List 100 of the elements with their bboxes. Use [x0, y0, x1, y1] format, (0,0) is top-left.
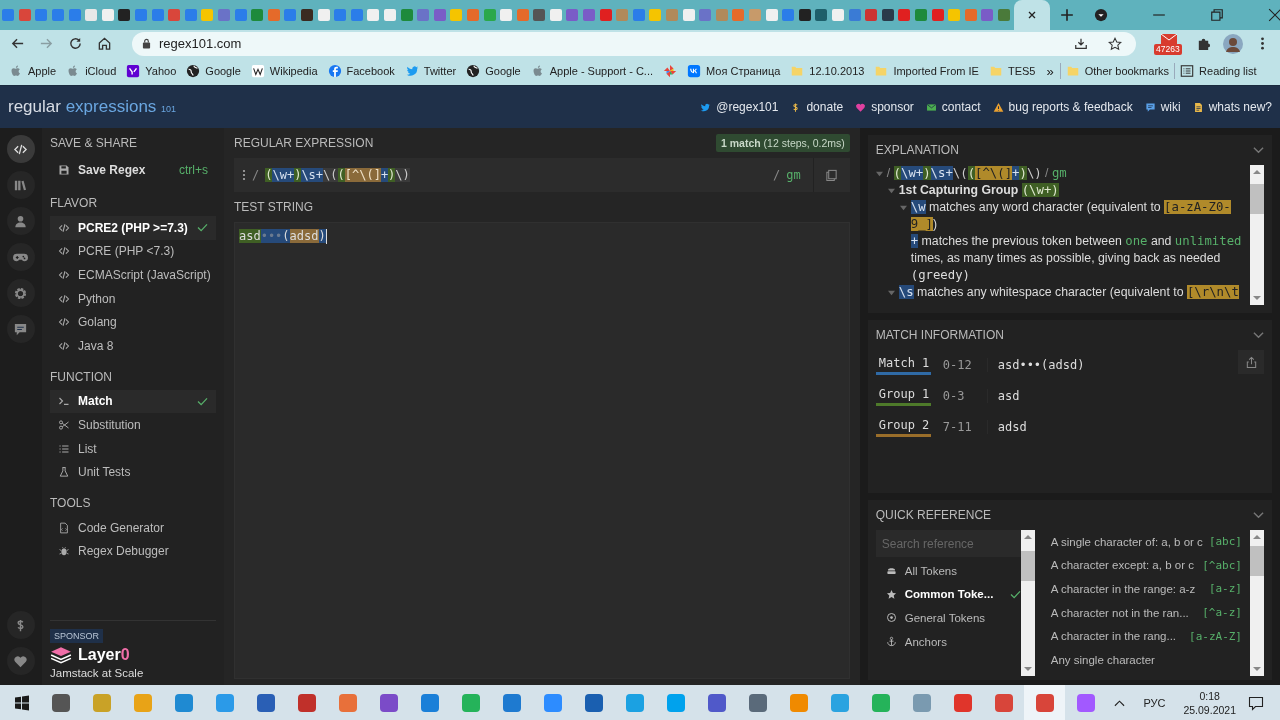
reading-list-button[interactable]: Reading list [1175, 61, 1262, 81]
bookmark[interactable]: Apple [4, 61, 62, 81]
bookmark[interactable]: Facebook [322, 61, 400, 81]
bookmark[interactable]: Google [181, 61, 246, 81]
start-icon[interactable] [14, 694, 30, 711]
close-icon[interactable] [1268, 8, 1280, 22]
scrollbar[interactable] [1250, 165, 1264, 305]
search-field[interactable]: Search reference [875, 530, 1021, 557]
scrollbar[interactable] [1250, 530, 1264, 676]
restore-icon[interactable] [1210, 8, 1225, 22]
new-tab-icon[interactable] [1060, 8, 1075, 22]
reload-icon[interactable] [68, 36, 83, 51]
puzzle-icon[interactable] [1196, 36, 1211, 51]
test-string-editor[interactable]: asd•••(adsd) [234, 222, 850, 679]
scroll-down-icon[interactable] [1253, 666, 1261, 672]
scroll-down-icon[interactable] [1023, 666, 1032, 672]
header-link[interactable]: donate [790, 100, 844, 114]
category-item[interactable]: Common Toke... [875, 582, 1021, 607]
expand-toggle[interactable] [887, 187, 895, 194]
reference-item[interactable]: A character except: a, b or c [^abc] [1050, 553, 1242, 578]
share-button[interactable] [1238, 350, 1264, 374]
site-logo[interactable]: regular expressions 101 [8, 97, 177, 117]
bookmark[interactable]: TES5 [983, 61, 1041, 81]
input-language[interactable]: РУС [1143, 696, 1166, 709]
collapse-icon[interactable] [1253, 331, 1264, 339]
sponsor-name[interactable]: Layer0 [78, 646, 130, 664]
header-link[interactable]: @regex101 [699, 100, 779, 114]
scroll-up-icon[interactable] [1023, 534, 1032, 540]
scroll-up-icon[interactable] [1253, 534, 1261, 540]
scroll-thumb[interactable] [1250, 546, 1264, 577]
drag-handle-icon[interactable] [242, 169, 246, 181]
clock[interactable]: 0:18 25.09.2021 [1183, 688, 1236, 717]
sidebar-item[interactable]: PCRE (PHP <7.3) [50, 239, 216, 264]
scroll-thumb[interactable] [1020, 551, 1035, 581]
bookmark[interactable]: Моя Страница [682, 61, 786, 81]
chevron-up-icon[interactable] [1114, 698, 1126, 707]
sidebar-item[interactable]: PCRE2 (PHP >=7.3) [50, 216, 216, 240]
expand-toggle[interactable] [875, 170, 883, 177]
reference-item[interactable]: A single character of: a, b or c [abc] [1050, 530, 1242, 554]
scroll-up-icon[interactable] [1253, 169, 1261, 175]
expand-toggle[interactable] [899, 204, 907, 211]
install-icon[interactable] [1074, 36, 1088, 51]
collapse-icon[interactable] [1253, 511, 1264, 519]
bookmark[interactable]: iCloud [61, 61, 122, 81]
rail-button[interactable] [7, 207, 35, 235]
scroll-thumb[interactable] [1250, 184, 1264, 214]
sidebar-item[interactable]: Code Generator [50, 515, 216, 540]
forward-icon[interactable] [39, 36, 54, 51]
rail-button[interactable] [7, 647, 35, 675]
rail-button[interactable] [7, 611, 35, 639]
sidebar-item[interactable]: Golang [50, 310, 216, 334]
bookmark[interactable]: 12.10.2013 [785, 61, 870, 81]
sidebar-item[interactable]: Java 8 [50, 333, 216, 358]
more-bookmarks-button[interactable]: » [1040, 63, 1060, 79]
bookmark[interactable]: Google [461, 61, 526, 81]
notification-icon[interactable] [1248, 694, 1264, 711]
expand-toggle[interactable] [887, 289, 895, 296]
rail-button[interactable] [7, 171, 35, 199]
bookmark[interactable]: Yahoo [121, 61, 182, 81]
sidebar-item[interactable]: Unit Tests [50, 460, 216, 484]
bookmark[interactable]: Imported From IE [869, 61, 984, 81]
sidebar-item[interactable]: List [50, 436, 216, 461]
reference-item[interactable]: A character not in the ran... [^a-z] [1050, 600, 1242, 625]
rail-button[interactable] [7, 135, 35, 163]
bookmark[interactable]: Apple - Support - C... [525, 61, 659, 81]
reference-item[interactable]: A character in the range: a-z [a-z] [1050, 577, 1242, 601]
back-icon[interactable] [10, 36, 25, 51]
address-bar[interactable]: regex101.com [132, 31, 1136, 56]
rail-button[interactable] [7, 279, 35, 307]
collapse-icon[interactable] [1253, 146, 1264, 154]
sidebar-item[interactable]: Regex Debugger [50, 539, 216, 564]
sidebar-item[interactable]: Python [50, 286, 216, 311]
category-item[interactable]: Anchors [875, 629, 1021, 654]
taskbar-app[interactable] [1024, 685, 1065, 720]
sidebar-item[interactable]: Save Regex ctrl+s [50, 156, 216, 184]
sidebar-item[interactable]: Substitution [50, 413, 216, 437]
regex-flags[interactable]: gm [786, 168, 801, 182]
bookmark[interactable]: Twitter [399, 61, 462, 81]
scroll-down-icon[interactable] [1253, 295, 1261, 301]
scrollbar[interactable] [1020, 530, 1035, 676]
home-icon[interactable] [97, 36, 112, 51]
avatar[interactable] [1223, 33, 1243, 54]
header-link[interactable]: wiki [1144, 100, 1181, 114]
tab-search-icon[interactable] [1094, 8, 1109, 22]
bookmark[interactable]: Wikipedia [245, 61, 323, 81]
reference-item[interactable]: A character in the rang... [a-zA-Z] [1050, 624, 1242, 648]
header-link[interactable]: bug reports & feedback [992, 100, 1133, 114]
category-item[interactable]: All Tokens [875, 559, 1021, 583]
close-icon[interactable] [1027, 10, 1038, 20]
mail-extension-button[interactable]: 47263 [1154, 31, 1184, 56]
header-link[interactable]: contact [925, 100, 981, 114]
reference-item[interactable]: Any single character [1050, 647, 1242, 672]
category-item[interactable]: General Tokens [875, 606, 1021, 630]
regex-input[interactable]: (\w+)\s+\(([^\(]+)\) [265, 158, 768, 192]
rail-button[interactable] [7, 315, 35, 343]
rail-button[interactable] [7, 243, 35, 271]
header-link[interactable]: whats new? [1192, 100, 1272, 114]
bookmark-star-icon[interactable] [1108, 36, 1122, 51]
sidebar-item[interactable]: ECMAScript (JavaScript) [50, 263, 216, 287]
sidebar-item[interactable]: Match [50, 389, 216, 414]
